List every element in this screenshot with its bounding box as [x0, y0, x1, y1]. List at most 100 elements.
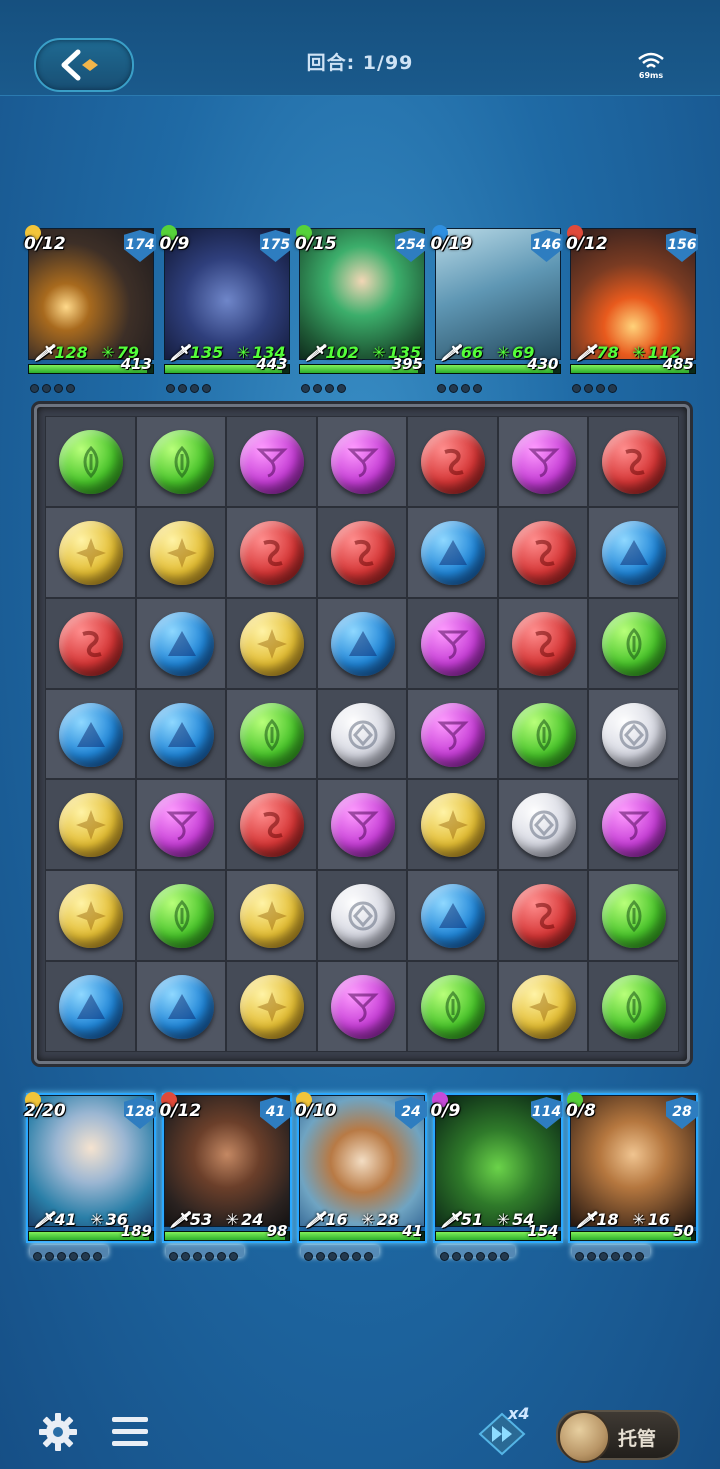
menu-button[interactable]: [110, 1412, 150, 1456]
board-cell[interactable]: [316, 961, 408, 1052]
auto-play-toggle[interactable]: 托管: [556, 1410, 680, 1463]
board-cell[interactable]: [407, 597, 498, 689]
board-cell[interactable]: [135, 961, 227, 1052]
blue-orb[interactable]: [59, 702, 123, 767]
board-cell[interactable]: [45, 870, 136, 962]
board-cell[interactable]: [45, 506, 136, 598]
board-cell[interactable]: [226, 779, 317, 871]
green-orb[interactable]: [602, 611, 667, 676]
board-cell[interactable]: [45, 961, 136, 1052]
board-cell[interactable]: [316, 779, 408, 871]
board-cell[interactable]: [497, 597, 589, 689]
board-cell[interactable]: [407, 870, 498, 962]
blue-orb[interactable]: [149, 611, 214, 676]
board-cell[interactable]: [135, 506, 227, 598]
board-cell[interactable]: [588, 688, 679, 780]
blue-orb[interactable]: [602, 520, 667, 585]
settings-button[interactable]: [38, 1412, 78, 1456]
yellow-orb[interactable]: [59, 520, 123, 585]
yellow-orb[interactable]: [240, 884, 305, 949]
board-cell[interactable]: [588, 597, 679, 689]
red-orb[interactable]: [240, 520, 305, 585]
party-card[interactable]: 0/10 24 🗡16 ✳ 28 41: [295, 1092, 427, 1261]
white-orb[interactable]: [330, 702, 395, 767]
board-cell[interactable]: [45, 416, 136, 507]
green-orb[interactable]: [59, 430, 123, 494]
yellow-orb[interactable]: [240, 975, 305, 1040]
purple-orb[interactable]: [330, 430, 395, 494]
red-orb[interactable]: [330, 520, 395, 585]
board-cell[interactable]: [135, 870, 227, 962]
board-cell[interactable]: [316, 870, 408, 962]
yellow-orb[interactable]: [511, 975, 576, 1040]
board-cell[interactable]: [135, 416, 227, 507]
blue-orb[interactable]: [149, 702, 214, 767]
yellow-orb[interactable]: [240, 611, 305, 676]
green-orb[interactable]: [602, 975, 667, 1040]
yellow-orb[interactable]: [421, 793, 486, 858]
green-orb[interactable]: [602, 884, 667, 949]
enemy-card[interactable]: 0/19 146 🗡66 ✳ 69 430: [431, 225, 563, 393]
party-card[interactable]: 0/9 114 🗡51 ✳ 54 154: [431, 1092, 563, 1261]
board-cell[interactable]: [226, 506, 317, 598]
purple-orb[interactable]: [421, 611, 486, 676]
speed-button[interactable]: x4: [478, 1404, 534, 1460]
yellow-orb[interactable]: [59, 884, 123, 949]
green-orb[interactable]: [240, 702, 305, 767]
board-cell[interactable]: [45, 779, 136, 871]
party-card[interactable]: 2/20 128 🗡41 ✳ 36 189: [24, 1092, 156, 1261]
red-orb[interactable]: [602, 430, 667, 494]
party-card[interactable]: 0/12 41 🗡53 ✳ 24 98: [160, 1092, 292, 1261]
blue-orb[interactable]: [59, 975, 123, 1040]
blue-orb[interactable]: [330, 611, 395, 676]
board-cell[interactable]: [588, 779, 679, 871]
board-cell[interactable]: [316, 688, 408, 780]
red-orb[interactable]: [511, 884, 576, 949]
green-orb[interactable]: [149, 430, 214, 494]
board-cell[interactable]: [226, 688, 317, 780]
enemy-card[interactable]: 0/12 174 🗡128 ✳ 79 413: [24, 225, 156, 393]
board-cell[interactable]: [588, 416, 679, 507]
board-cell[interactable]: [135, 597, 227, 689]
board-cell[interactable]: [407, 961, 498, 1052]
purple-orb[interactable]: [511, 430, 576, 494]
purple-orb[interactable]: [240, 430, 305, 494]
red-orb[interactable]: [59, 611, 123, 676]
blue-orb[interactable]: [421, 520, 486, 585]
board-cell[interactable]: [316, 416, 408, 507]
purple-orb[interactable]: [421, 702, 486, 767]
yellow-orb[interactable]: [149, 520, 214, 585]
enemy-card[interactable]: 0/15 254 🗡102 ✳ 135 395: [295, 225, 427, 393]
green-orb[interactable]: [149, 884, 214, 949]
board-cell[interactable]: [226, 870, 317, 962]
board-cell[interactable]: [316, 506, 408, 598]
board-cell[interactable]: [497, 506, 589, 598]
board-cell[interactable]: [407, 688, 498, 780]
board-cell[interactable]: [497, 870, 589, 962]
board-cell[interactable]: [497, 688, 589, 780]
board-cell[interactable]: [588, 506, 679, 598]
white-orb[interactable]: [330, 884, 395, 949]
board-cell[interactable]: [497, 779, 589, 871]
purple-orb[interactable]: [149, 793, 214, 858]
red-orb[interactable]: [240, 793, 305, 858]
red-orb[interactable]: [421, 430, 486, 494]
enemy-card[interactable]: 0/12 156 🗡78 ✳ 112 485: [566, 225, 698, 393]
red-orb[interactable]: [511, 611, 576, 676]
board-cell[interactable]: [497, 961, 589, 1052]
purple-orb[interactable]: [330, 793, 395, 858]
purple-orb[interactable]: [602, 793, 667, 858]
board-cell[interactable]: [135, 688, 227, 780]
board-cell[interactable]: [588, 961, 679, 1052]
board-cell[interactable]: [407, 416, 498, 507]
enemy-card[interactable]: 0/9 175 🗡135 ✳ 134 443: [160, 225, 292, 393]
board-cell[interactable]: [45, 597, 136, 689]
white-orb[interactable]: [511, 793, 576, 858]
board-cell[interactable]: [226, 961, 317, 1052]
party-card[interactable]: 0/8 28 🗡18 ✳ 16 50: [566, 1092, 698, 1261]
board-cell[interactable]: [226, 597, 317, 689]
blue-orb[interactable]: [149, 975, 214, 1040]
blue-orb[interactable]: [421, 884, 486, 949]
board-cell[interactable]: [588, 870, 679, 962]
green-orb[interactable]: [421, 975, 486, 1040]
